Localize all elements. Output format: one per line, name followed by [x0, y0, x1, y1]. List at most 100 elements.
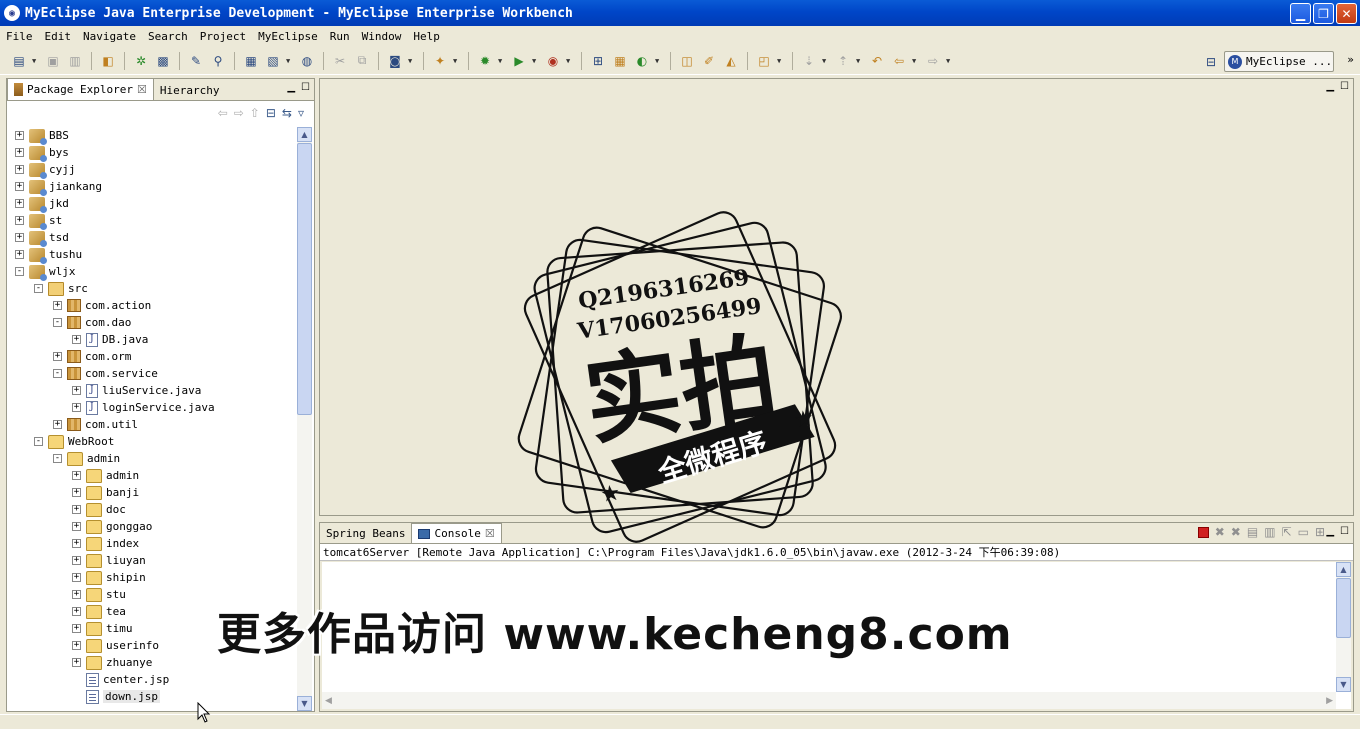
scroll-thumb[interactable] [1336, 578, 1351, 638]
prev-annotation-icon[interactable]: ⇡ [834, 52, 852, 70]
dropdown-arrow-icon[interactable]: ▼ [655, 57, 663, 65]
dropdown-arrow-icon[interactable]: ▼ [777, 57, 785, 65]
dropdown-arrow-icon[interactable]: ▼ [286, 57, 294, 65]
collapse-all-icon[interactable]: ⊟ [266, 106, 276, 120]
expand-icon[interactable]: + [72, 386, 81, 395]
scroll-down-icon[interactable]: ▼ [1336, 677, 1351, 692]
open-type-icon[interactable]: ◧ [99, 52, 117, 70]
tree-item[interactable]: + stu [72, 586, 126, 603]
search-icon[interactable]: ⚲ [209, 52, 227, 70]
expand-icon[interactable]: + [72, 624, 81, 633]
console-vertical-scrollbar[interactable]: ▲ ▼ [1336, 562, 1351, 692]
tree-item[interactable]: + liuService.java [72, 382, 201, 399]
scroll-up-icon[interactable]: ▲ [1336, 562, 1351, 577]
dropdown-arrow-icon[interactable]: ▼ [856, 57, 864, 65]
display-console-icon[interactable]: ▭ [1298, 525, 1309, 539]
expand-icon[interactable]: + [15, 216, 24, 225]
tree-item[interactable]: + zhuanye [72, 654, 152, 671]
run-icon[interactable]: ▶ [510, 52, 528, 70]
dropdown-arrow-icon[interactable]: ▼ [532, 57, 540, 65]
scroll-thumb[interactable] [297, 143, 312, 415]
server-icon[interactable]: ▩ [154, 52, 172, 70]
close-tab-icon[interactable]: ☒ [485, 527, 495, 540]
tree-item[interactable]: + tsd [15, 229, 69, 247]
back-icon[interactable]: ⇦ [218, 106, 228, 120]
minimize-console-icon[interactable]: ▁ [1326, 526, 1334, 537]
expand-icon[interactable]: + [53, 301, 62, 310]
collapse-icon[interactable]: - [53, 369, 62, 378]
tree-item[interactable]: + com.action [53, 297, 151, 314]
tree-item[interactable]: + shipin [72, 569, 146, 586]
scroll-right-icon[interactable]: ▶ [1326, 696, 1333, 706]
copy-icon[interactable]: ⧉ [353, 52, 371, 70]
open-folder-icon[interactable]: ◫ [678, 52, 696, 70]
tree-item[interactable]: - com.service [53, 365, 158, 382]
tree-item[interactable]: + com.util [53, 416, 138, 433]
minimize-button[interactable]: ▁ [1290, 3, 1311, 24]
expand-icon[interactable]: + [15, 148, 24, 157]
tree-item[interactable]: + gonggao [72, 518, 152, 535]
perspective-switcher[interactable]: M MyEclipse ... [1224, 51, 1334, 72]
tree-item[interactable]: - wljx [15, 263, 76, 281]
link-with-editor-icon[interactable]: ⇆ [282, 106, 292, 120]
collapse-icon[interactable]: - [15, 267, 24, 276]
print-icon[interactable]: ▥ [66, 52, 84, 70]
tree-item[interactable]: + timu [72, 620, 133, 637]
expand-icon[interactable]: + [15, 182, 24, 191]
new-java-project-icon[interactable]: ⊞ [589, 52, 607, 70]
menu-myeclipse[interactable]: MyEclipse [258, 30, 318, 43]
minimize-editor-icon[interactable]: ▁ [1326, 81, 1334, 92]
new-icon[interactable]: ▤ [10, 52, 28, 70]
minimize-view-icon[interactable]: ▁ [287, 82, 295, 93]
clear-console-icon[interactable]: ▤ [1247, 525, 1258, 539]
dropdown-arrow-icon[interactable]: ▼ [32, 57, 40, 65]
menu-navigate[interactable]: Navigate [83, 30, 136, 43]
open-perspective-icon[interactable]: ⊟ [1202, 53, 1220, 71]
external-tools-icon[interactable]: ◉ [544, 52, 562, 70]
menu-help[interactable]: Help [413, 30, 440, 43]
last-edit-icon[interactable]: ↶ [868, 52, 886, 70]
tree-item[interactable]: + jiankang [15, 178, 102, 196]
tree-item[interactable]: - admin [53, 450, 120, 467]
dropdown-arrow-icon[interactable]: ▼ [498, 57, 506, 65]
expand-icon[interactable]: + [53, 352, 62, 361]
camera-icon[interactable]: ◙ [386, 52, 404, 70]
close-tab-icon[interactable]: ☒ [137, 83, 147, 96]
tree-item[interactable]: + bys [15, 144, 69, 162]
next-annotation-icon[interactable]: ⇣ [800, 52, 818, 70]
tab-console[interactable]: Console ☒ [411, 523, 502, 543]
up-icon[interactable]: ⇧ [250, 106, 260, 120]
expand-icon[interactable]: + [15, 131, 24, 140]
scroll-up-icon[interactable]: ▲ [297, 127, 312, 142]
expand-icon[interactable]: + [72, 573, 81, 582]
dropdown-arrow-icon[interactable]: ▼ [946, 57, 954, 65]
dropdown-arrow-icon[interactable]: ▼ [453, 57, 461, 65]
save-icon[interactable]: ▣ [44, 52, 62, 70]
expand-icon[interactable]: + [15, 233, 24, 242]
maximize-console-icon[interactable]: ☐ [1340, 526, 1349, 537]
run-server-icon[interactable]: ▧ [264, 52, 282, 70]
terminate-icon[interactable] [1197, 526, 1209, 538]
expand-icon[interactable]: + [15, 165, 24, 174]
restore-button[interactable]: ❐ [1313, 3, 1334, 24]
maximize-editor-icon[interactable]: ☐ [1340, 81, 1349, 92]
expand-icon[interactable]: + [72, 335, 81, 344]
globe-icon[interactable]: ◍ [298, 52, 316, 70]
expand-icon[interactable]: + [72, 488, 81, 497]
expand-icon[interactable]: + [53, 420, 62, 429]
tree-item[interactable]: - src [34, 280, 88, 297]
deploy-icon[interactable]: ✲ [132, 52, 150, 70]
open-resource-icon[interactable]: ◭ [722, 52, 740, 70]
dropdown-arrow-icon[interactable]: ▼ [912, 57, 920, 65]
tree-item[interactable]: down.jsp [72, 688, 160, 705]
wizard-icon[interactable]: ✎ [187, 52, 205, 70]
tree-item[interactable]: center.jsp [72, 671, 169, 688]
expand-icon[interactable]: + [15, 199, 24, 208]
pin-console-icon[interactable]: ⇱ [1282, 525, 1292, 539]
expand-icon[interactable]: + [72, 522, 81, 531]
console-horizontal-scrollbar[interactable]: ◀ ▶ [322, 692, 1336, 709]
tree-item[interactable]: + tea [72, 603, 126, 620]
collapse-icon[interactable]: - [34, 437, 43, 446]
menu-search[interactable]: Search [148, 30, 188, 43]
tree-item[interactable]: + banji [72, 484, 139, 501]
